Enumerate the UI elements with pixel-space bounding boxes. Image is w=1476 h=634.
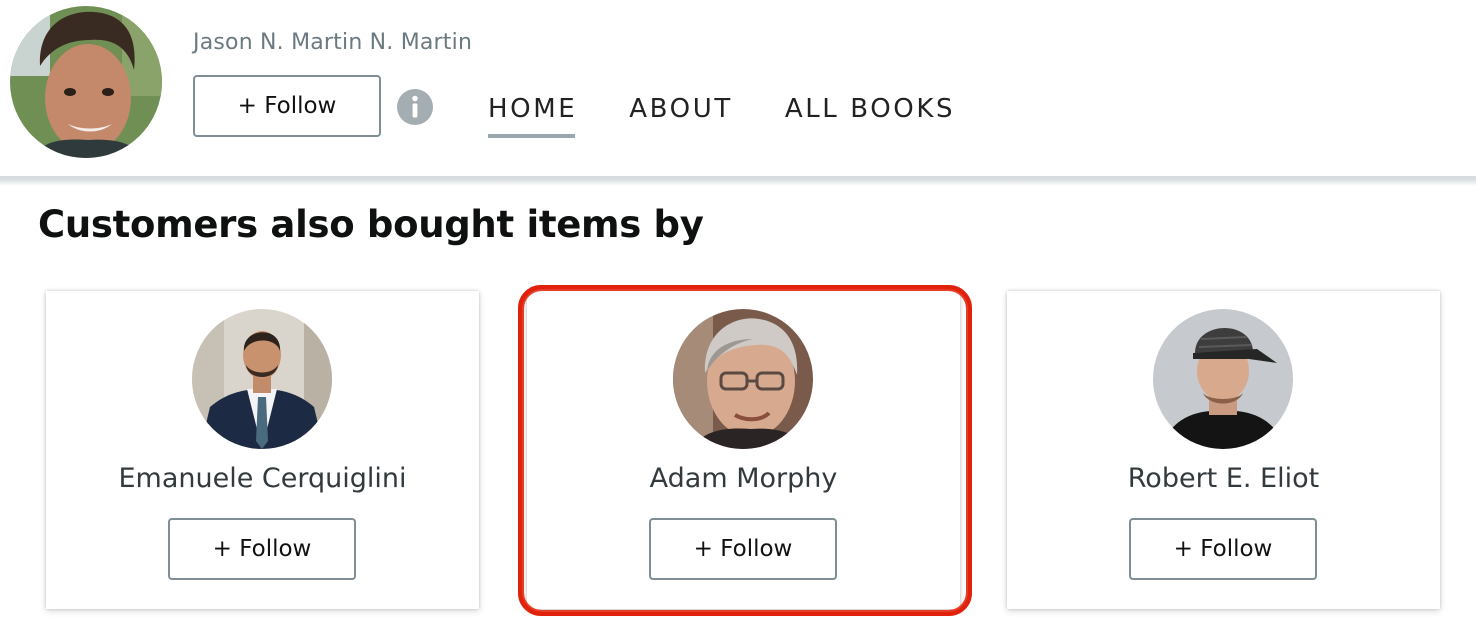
- author-card: Emanuele Cerquiglini + Follow: [46, 291, 479, 609]
- follow-button[interactable]: + Follow: [1129, 518, 1317, 580]
- author-page: Jason N. Martin N. Martin + Follow HOME …: [0, 0, 1476, 634]
- author-name[interactable]: Jason N. Martin N. Martin: [193, 30, 472, 55]
- author-avatar[interactable]: [10, 6, 162, 158]
- author-card: Robert E. Eliot + Follow: [1007, 291, 1440, 609]
- follow-button[interactable]: + Follow: [168, 518, 356, 580]
- header-divider: [0, 176, 1476, 186]
- nav-tab-home[interactable]: HOME: [488, 92, 577, 138]
- section-title: Customers also bought items by: [38, 203, 704, 246]
- author-card-avatar[interactable]: [1153, 309, 1293, 449]
- author-card-avatar[interactable]: [673, 309, 813, 449]
- follow-author-button[interactable]: + Follow: [193, 75, 381, 137]
- author-card-name[interactable]: Adam Morphy: [527, 463, 960, 494]
- author-nav: HOME ABOUT ALL BOOKS: [488, 92, 1007, 138]
- author-card: Adam Morphy + Follow: [527, 291, 960, 609]
- author-header: Jason N. Martin N. Martin + Follow HOME …: [0, 0, 1476, 178]
- author-card-name[interactable]: Emanuele Cerquiglini: [46, 463, 479, 494]
- nav-tab-about[interactable]: ABOUT: [629, 92, 733, 126]
- follow-button[interactable]: + Follow: [649, 518, 837, 580]
- nav-tab-all-books[interactable]: ALL BOOKS: [785, 92, 955, 126]
- info-circle-icon[interactable]: [396, 88, 434, 126]
- author-card-avatar[interactable]: [192, 309, 332, 449]
- author-card-name[interactable]: Robert E. Eliot: [1007, 463, 1440, 494]
